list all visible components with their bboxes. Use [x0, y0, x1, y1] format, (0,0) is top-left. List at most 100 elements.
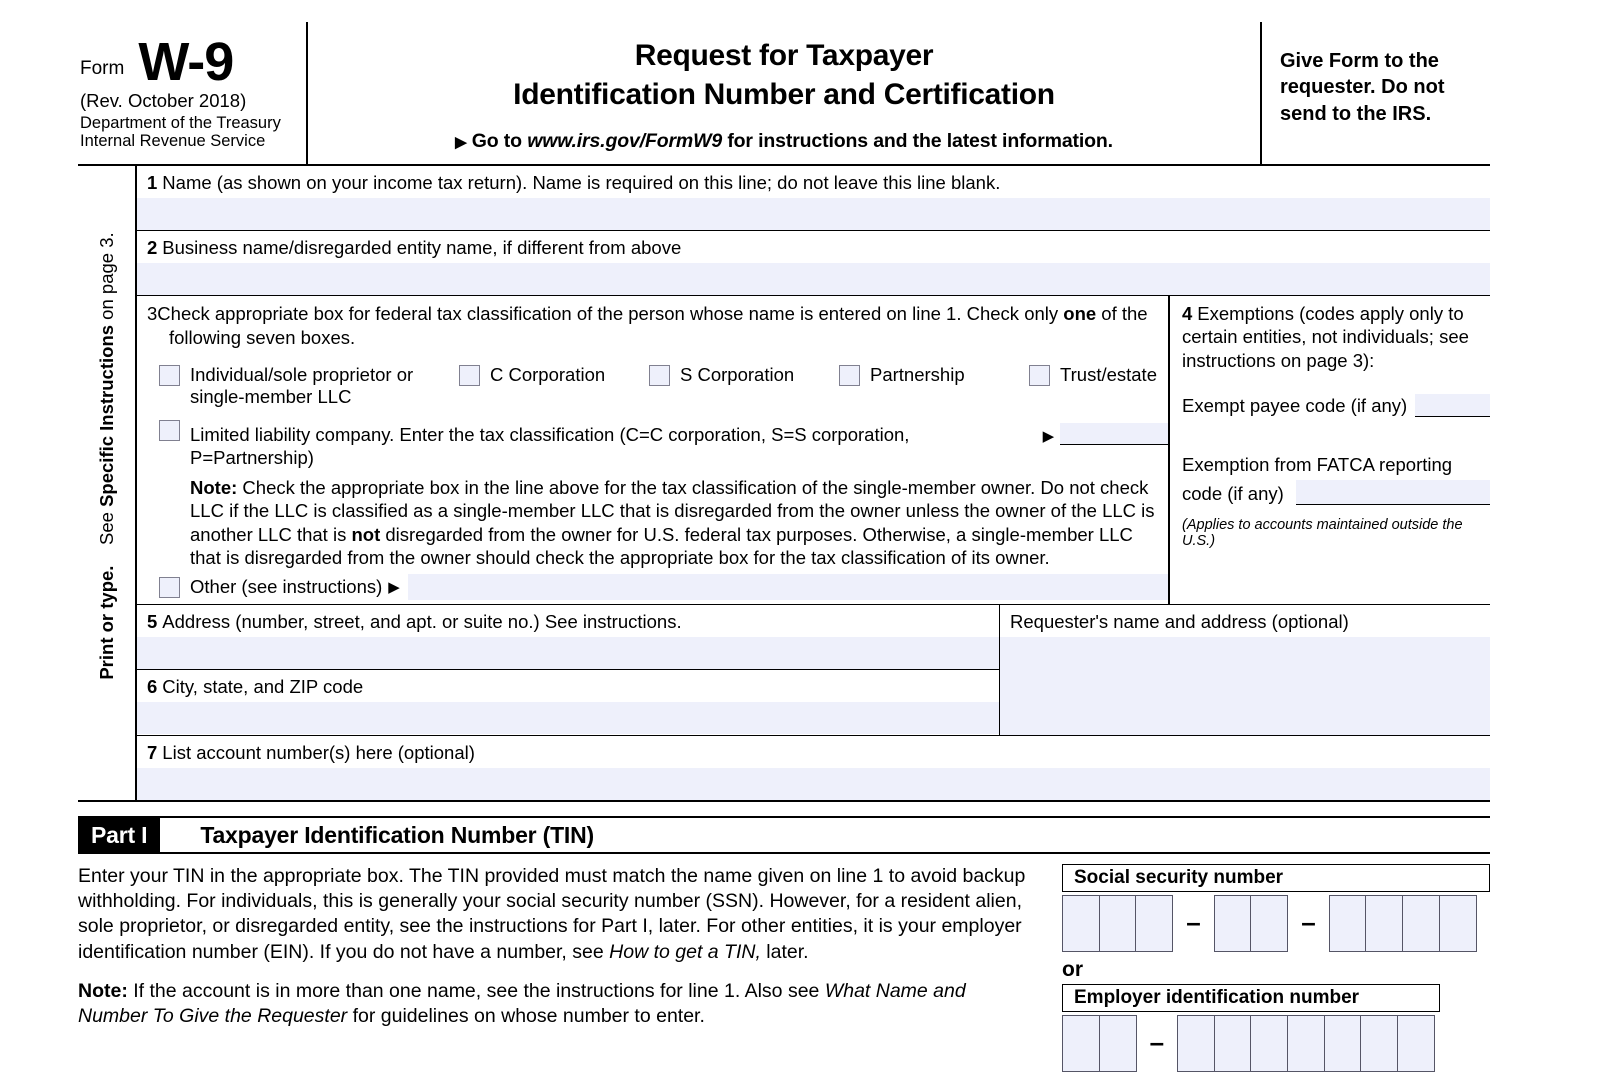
- line-3-label-b: of the: [1096, 303, 1148, 325]
- ssn-digit-box[interactable]: [1062, 895, 1100, 953]
- fatca-code-input[interactable]: [1295, 479, 1490, 505]
- part-1-paragraph-1: Enter your TIN in the appropriate box. T…: [78, 864, 1036, 965]
- form-title-line-1: Request for Taxpayer: [634, 39, 934, 72]
- line-3-label-line2: following seven boxes.: [169, 326, 356, 348]
- ssn-box-row[interactable]: – –: [1062, 895, 1490, 953]
- ein-digit-box[interactable]: [1177, 1015, 1216, 1072]
- checkbox-option-trust-estate[interactable]: Trust/estate: [1029, 364, 1157, 387]
- form-word-label: Form: [80, 58, 125, 79]
- line-4-heading: 4 Exemptions (codes apply only to certain…: [1170, 296, 1490, 371]
- ein-digit-box[interactable]: [1098, 1015, 1137, 1072]
- irs-website-instruction: ▶ Go to www.irs.gov/FormW9 for instructi…: [308, 130, 1260, 153]
- line-1-name-input[interactable]: [137, 198, 1490, 231]
- line-5-address-input[interactable]: [137, 637, 999, 670]
- other-arrow-icon: ▶: [388, 578, 400, 596]
- line-1-label-wrap: 1 Name (as shown on your income tax retur…: [137, 166, 1490, 198]
- line-6-label: City, state, and ZIP code: [162, 676, 364, 698]
- sidebar-print-or-type: Print or type.: [96, 565, 117, 680]
- line-3-llc-row: Limited liability company. Enter the tax…: [137, 409, 1168, 570]
- part-1-para-italic: How to get a TIN,: [609, 940, 761, 963]
- checkbox-icon-llc[interactable]: [159, 419, 180, 441]
- line-6-label-wrap: 6 City, state, and ZIP code: [137, 670, 999, 702]
- fatca-label-line-2: code (if any): [1182, 482, 1284, 504]
- llc-note-bold-not: not: [351, 523, 381, 545]
- form-revision-date: (Rev. October 2018): [80, 90, 247, 111]
- checkbox-icon-individual[interactable]: [159, 364, 180, 386]
- ein-digit-box[interactable]: [1396, 1015, 1435, 1072]
- ssn-digit-box[interactable]: [1098, 895, 1137, 953]
- checkbox-icon-partnership[interactable]: [839, 364, 860, 386]
- llc-label-line: Limited liability company. Enter the tax…: [190, 419, 1168, 469]
- requester-label: Requester's name and address (optional): [1000, 604, 1490, 638]
- line-6-row: 6 City, state, and ZIP code: [137, 670, 999, 735]
- form-body: Print or type. See Specific Instructions…: [78, 166, 1490, 803]
- line-3-label-a: Check appropriate box for federal tax cl…: [157, 303, 1064, 325]
- form-header: Form W-9 (Rev. October 2018) Department …: [78, 22, 1490, 166]
- fatca-label-line-1: Exemption from FATCA reporting: [1182, 453, 1453, 475]
- checkbox-option-individual[interactable]: Individual/sole proprietor or single-mem…: [159, 364, 459, 409]
- checkbox-label-c-corporation: C Corporation: [490, 363, 606, 385]
- checkbox-option-s-corporation[interactable]: S Corporation: [649, 364, 839, 387]
- line-3-number: 3: [147, 303, 158, 325]
- checkbox-icon-trust-estate[interactable]: [1029, 364, 1050, 386]
- ein-group-1[interactable]: [1062, 1015, 1137, 1072]
- ein-group-2[interactable]: [1177, 1015, 1435, 1072]
- tin-entry-block: Social security number – – or Employer i…: [1062, 864, 1490, 1072]
- exempt-payee-code-input[interactable]: [1415, 393, 1490, 417]
- line-1-label: Name (as shown on your income tax return…: [162, 172, 1001, 193]
- line-2-label-wrap: 2 Business name/disregarded entity name, …: [137, 231, 1490, 263]
- department-line-1: Department of the Treasury: [80, 113, 281, 132]
- ssn-digit-box[interactable]: [1250, 895, 1289, 953]
- line-6-city-state-zip-input[interactable]: [137, 702, 999, 735]
- ssn-group-1[interactable]: [1062, 895, 1174, 953]
- line-5-label: Address (number, street, and apt. or sui…: [162, 610, 682, 632]
- ssn-digit-box[interactable]: [1401, 895, 1440, 953]
- ssn-digit-box[interactable]: [1365, 895, 1404, 953]
- line-3-and-4-row: 3Check appropriate box for federal tax c…: [137, 296, 1490, 605]
- ssn-digit-box[interactable]: [1135, 895, 1174, 953]
- line-7-account-numbers-input[interactable]: [137, 768, 1490, 801]
- checkbox-label-individual: Individual/sole proprietor or single-mem…: [180, 364, 413, 409]
- checkbox-option-partnership[interactable]: Partnership: [839, 364, 1029, 387]
- line-5-number: 5: [147, 610, 158, 632]
- w9-form-page: Form W-9 (Rev. October 2018) Department …: [0, 0, 1604, 1072]
- ein-box-row[interactable]: –: [1062, 1015, 1490, 1072]
- other-classification-input[interactable]: [407, 573, 1168, 600]
- requester-name-address-input[interactable]: [1000, 637, 1490, 735]
- checkbox-label-individual-l2: single-member LLC: [190, 386, 352, 408]
- line-2-business-name-input[interactable]: [137, 263, 1490, 296]
- ein-digit-box[interactable]: [1062, 1015, 1100, 1072]
- ssn-group-2[interactable]: [1213, 895, 1289, 953]
- llc-note-bold: Note:: [190, 476, 238, 498]
- part-1-note-bold: Note:: [78, 979, 128, 1002]
- form-title-line-2: Identification Number and Certification: [513, 78, 1055, 111]
- ssn-label: Social security number: [1062, 864, 1490, 893]
- checkbox-icon-c-corporation[interactable]: [459, 364, 480, 386]
- ssn-digit-box[interactable]: [1328, 895, 1367, 953]
- ein-digit-box[interactable]: [1323, 1015, 1362, 1072]
- line-1-number: 1: [147, 172, 158, 193]
- checkbox-icon-other[interactable]: [159, 576, 180, 598]
- part-1-instructions: Enter your TIN in the appropriate box. T…: [78, 864, 1062, 1072]
- checkbox-label-s-corporation: S Corporation: [680, 363, 795, 385]
- checkbox-icon-s-corporation[interactable]: [649, 364, 670, 386]
- part-1-para-a: Enter your TIN in the appropriate box. T…: [78, 865, 1026, 963]
- ssn-digit-box[interactable]: [1213, 895, 1252, 953]
- part-1-title: Taxpayer Identification Number (TIN): [200, 821, 594, 848]
- sidebar-specific-instructions: Specific Instructions: [96, 324, 117, 507]
- ein-digit-box[interactable]: [1286, 1015, 1325, 1072]
- llc-tax-classification-input[interactable]: [1060, 422, 1168, 445]
- ssn-digit-box[interactable]: [1438, 895, 1477, 953]
- ein-digit-box[interactable]: [1250, 1015, 1289, 1072]
- ein-digit-box[interactable]: [1360, 1015, 1399, 1072]
- ssn-group-3[interactable]: [1328, 895, 1477, 953]
- part-1-tag: Part I: [78, 818, 161, 853]
- ein-label: Employer identification number: [1062, 984, 1440, 1013]
- line-7-label-wrap: 7 List account number(s) here (optional): [137, 736, 1490, 768]
- exempt-payee-label: Exempt payee code (if any): [1182, 394, 1408, 416]
- irs-formw9-link[interactable]: www.irs.gov/FormW9: [527, 130, 722, 152]
- ein-digit-box[interactable]: [1213, 1015, 1252, 1072]
- requester-block[interactable]: Requester's name and address (optional): [999, 604, 1490, 736]
- checkbox-option-c-corporation[interactable]: C Corporation: [459, 364, 649, 387]
- form-number-title: W-9: [138, 32, 234, 93]
